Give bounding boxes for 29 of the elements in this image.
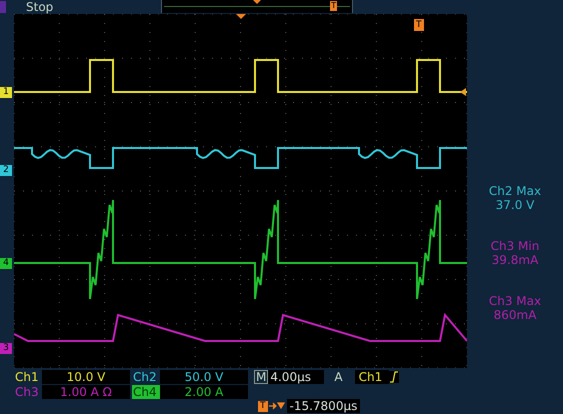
channel-marker: 2 [0, 165, 12, 176]
channel-label: Ch3 [14, 384, 40, 398]
measurement-readout: Ch3 Min 39.8mA [490, 239, 540, 267]
trigger-mode: A [334, 370, 343, 384]
arrow-right-icon [268, 402, 284, 410]
record-trigger-marker: T [330, 1, 338, 11]
delay-value: -15.7800µs [286, 399, 360, 413]
measurement-readout: Ch3 Max 860mA [488, 294, 542, 322]
channel-label: Ch1 [14, 370, 40, 384]
channel-label: Ch4 [132, 384, 160, 398]
timebase-label: M [254, 370, 268, 384]
channel-scale: 1.00 A Ω [42, 384, 130, 398]
trigger-marker: T [414, 19, 424, 31]
logo-mark [0, 1, 6, 13]
acquisition-status: Stop [26, 1, 54, 13]
channel-label: Ch2 [132, 370, 158, 384]
trigger-position-icon [253, 0, 262, 4]
rising-edge-icon [388, 370, 399, 382]
delay-marker: T [258, 400, 268, 412]
channel-scale: 10.0 V [42, 370, 130, 384]
channel-marker: 4 [0, 258, 12, 269]
channel-marker: 1 [0, 87, 12, 98]
trigger-source: Ch1 [354, 370, 389, 384]
channel-scale: 2.00 A [160, 384, 248, 398]
trigger-level-icon [460, 88, 466, 96]
timebase-value: 4.00µs [268, 370, 324, 384]
measurement-readout: Ch2 Max 37.0 V [488, 184, 542, 212]
channel-scale: 50.0 V [160, 370, 248, 384]
channel-marker: 3 [0, 343, 12, 354]
